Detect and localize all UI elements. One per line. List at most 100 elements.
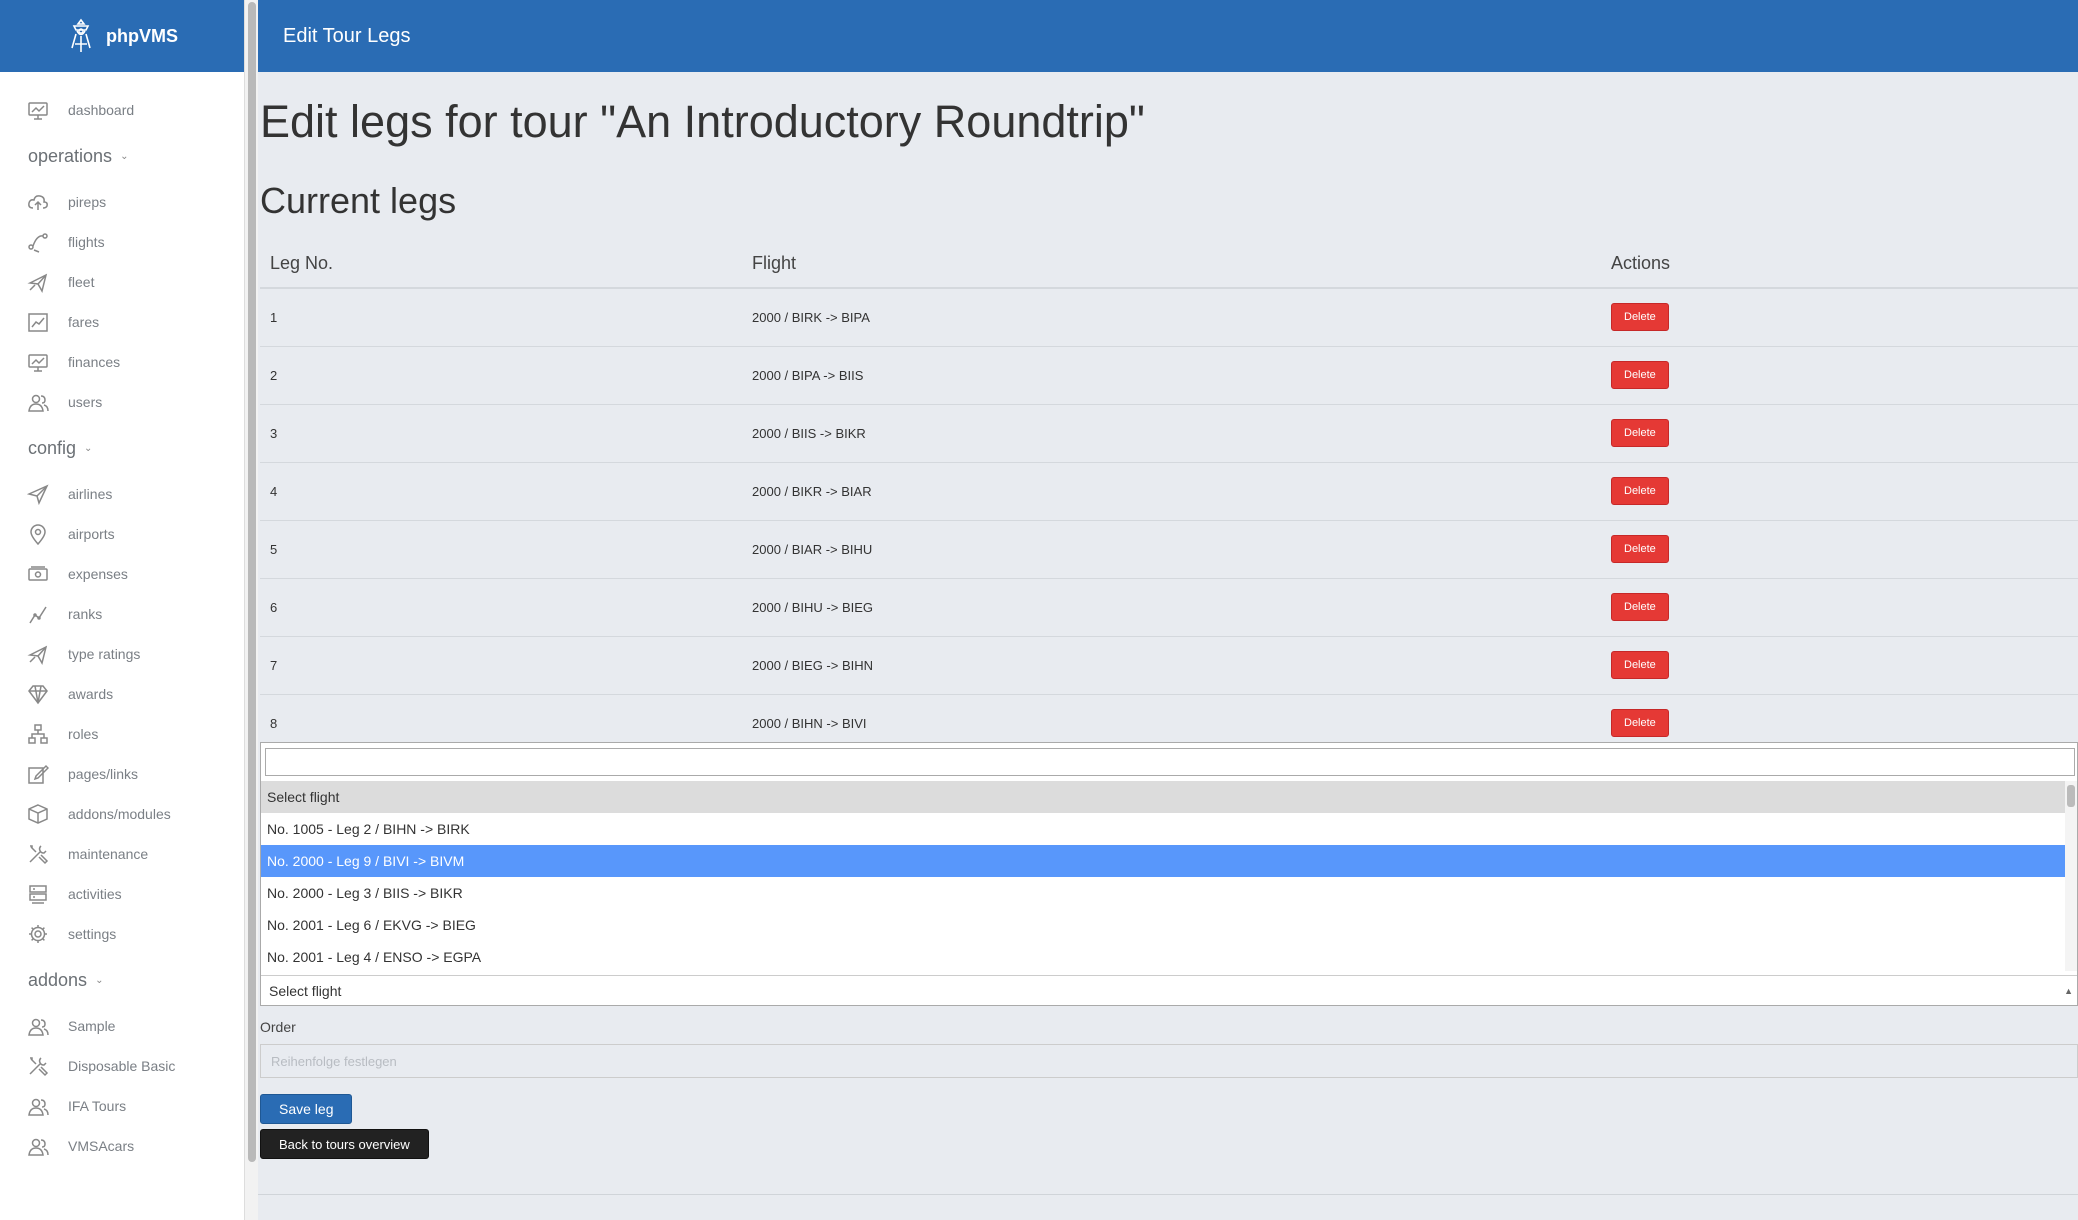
graph-icon (26, 602, 50, 626)
sidebar-item-label: activities (68, 886, 122, 902)
sidebar-item-label: addons/modules (68, 806, 171, 822)
leg-number: 5 (260, 520, 742, 579)
sidebar-item-ranks[interactable]: ranks (0, 594, 244, 634)
header-actions: Actions (1601, 240, 2078, 289)
flight-option-placeholder[interactable]: Select flight (261, 781, 2066, 813)
header-leg-no: Leg No. (260, 240, 742, 289)
sidebar-item-fleet[interactable]: fleet (0, 262, 244, 302)
nav-section-label: operations (28, 145, 113, 166)
table-row: 1 2000 / BIRK -> BIPA Delete (260, 288, 2078, 347)
tools-icon (26, 842, 50, 866)
nav-section-operations[interactable]: operations ⌄ (0, 130, 244, 182)
box-icon (26, 802, 50, 826)
sidebar-item-label: Disposable Basic (68, 1058, 176, 1074)
route-icon (26, 230, 50, 254)
flight-options-scrollbar-thumb[interactable] (2067, 785, 2075, 807)
sidebar-item-dashboard[interactable]: dashboard (0, 90, 244, 130)
flight-options-scrollbar[interactable] (2065, 781, 2077, 971)
flight-select-dropdown[interactable]: Select flight No. 1005 - Leg 2 / BIHN -> … (260, 742, 2078, 1006)
flight-option[interactable]: No. 2000 - Leg 9 / BIVI -> BIVM (261, 845, 2066, 877)
delete-leg-button[interactable]: Delete (1611, 419, 1669, 447)
sidebar-item-airports[interactable]: airports (0, 514, 244, 554)
money-icon (26, 562, 50, 586)
map-pin-icon (26, 522, 50, 546)
chevron-down-icon: ⌄ (95, 974, 104, 986)
delete-leg-button[interactable]: Delete (1611, 303, 1669, 332)
sidebar: phpVMS dashboard operations ⌄ pireps flights… (0, 0, 244, 1220)
sidebar-scrollbar[interactable] (244, 0, 258, 1220)
sidebar-item-label: settings (68, 926, 117, 942)
sidebar-item-type-ratings[interactable]: type ratings (0, 634, 244, 674)
delete-leg-button[interactable]: Delete (1611, 477, 1669, 505)
current-legs-title: Current legs (260, 180, 457, 221)
sidebar-item-label: fares (68, 314, 100, 330)
leg-flight: 2000 / BIPA -> BIIS (742, 346, 1601, 405)
sidebar-item-pireps[interactable]: pireps (0, 182, 244, 222)
nav-section-config[interactable]: config ⌄ (0, 422, 244, 474)
flight-option[interactable]: No. 1005 - Leg 2 / BIHN -> BIRK (261, 813, 2066, 845)
sidebar-item-awards[interactable]: awards (0, 674, 244, 714)
leg-flight: 2000 / BIKR -> BIAR (742, 462, 1601, 521)
sidebar-item-activities[interactable]: activities (0, 874, 244, 914)
sidebar-item-label: maintenance (68, 846, 149, 862)
order-input[interactable] (260, 1044, 2078, 1078)
sidebar-item-label: IFA Tours (68, 1098, 127, 1114)
flight-option[interactable]: No. 2001 - Leg 6 / EKVG -> BIEG (261, 909, 2066, 941)
topbar-title: Edit Tour Legs (283, 24, 411, 47)
brand[interactable]: phpVMS (0, 0, 244, 72)
users-icon (26, 1014, 50, 1038)
sidebar-nav: dashboard operations ⌄ pireps flights fleet fa… (0, 72, 244, 1166)
sidebar-item-label: pages/links (68, 766, 139, 782)
nav-section-label: addons (28, 969, 88, 990)
sidebar-item-finances[interactable]: finances (0, 342, 244, 382)
delete-leg-button[interactable]: Delete (1611, 361, 1669, 389)
sidebar-item-settings[interactable]: settings (0, 914, 244, 954)
nav-section-addons[interactable]: addons ⌄ (0, 954, 244, 1006)
sidebar-item-addons-modules[interactable]: addons/modules (0, 794, 244, 834)
flight-select-current[interactable]: Select flight ▲ (261, 975, 2077, 1005)
leg-number: 1 (260, 288, 742, 347)
sidebar-item-sample[interactable]: Sample (0, 1006, 244, 1046)
sidebar-item-pages-links[interactable]: pages/links (0, 754, 244, 794)
sidebar-item-roles[interactable]: roles (0, 714, 244, 754)
flight-option[interactable]: No. 2000 - Leg 3 / BIIS -> BIKR (261, 877, 2066, 909)
back-to-tours-button[interactable]: Back to tours overview (260, 1129, 429, 1159)
delete-leg-button[interactable]: Delete (1611, 651, 1669, 679)
sidebar-item-disposable-basic[interactable]: Disposable Basic (0, 1046, 244, 1086)
order-label: Order (260, 1019, 296, 1035)
delete-leg-button[interactable]: Delete (1611, 535, 1669, 563)
chart-icon (26, 310, 50, 334)
sidebar-item-label: users (68, 394, 103, 410)
sidebar-item-label: airlines (68, 486, 113, 502)
sidebar-item-label: Sample (68, 1018, 116, 1034)
sidebar-item-maintenance[interactable]: maintenance (0, 834, 244, 874)
presentation-icon (26, 350, 50, 374)
sidebar-item-airlines[interactable]: airlines (0, 474, 244, 514)
leg-number: 7 (260, 636, 742, 695)
cloud-upload-icon (26, 190, 50, 214)
leg-actions: Delete (1601, 346, 2078, 405)
topbar: Edit Tour Legs (258, 0, 2078, 72)
flight-option[interactable]: No. 2001 - Leg 4 / ENSO -> EGPA (261, 941, 2066, 971)
leg-flight: 2000 / BIAR -> BIHU (742, 520, 1601, 579)
caret-up-icon: ▲ (2064, 986, 2073, 996)
sidebar-item-flights[interactable]: flights (0, 222, 244, 262)
leg-actions: Delete (1601, 520, 2078, 579)
sidebar-item-label: expenses (68, 566, 128, 582)
delete-leg-button[interactable]: Delete (1611, 709, 1669, 737)
sidebar-scrollbar-thumb[interactable] (248, 2, 256, 1162)
sidebar-item-vmsacars[interactable]: VMSAcars (0, 1126, 244, 1166)
page-title: Edit legs for tour "An Introductory Roun… (260, 96, 1145, 147)
legs-table-header: Leg No. Flight Actions (260, 240, 2078, 289)
leg-actions: Delete (1601, 404, 2078, 463)
sidebar-item-users[interactable]: users (0, 382, 244, 422)
delete-leg-button[interactable]: Delete (1611, 593, 1669, 621)
sidebar-item-label: ranks (68, 606, 103, 622)
sidebar-item-fares[interactable]: fares (0, 302, 244, 342)
sidebar-item-expenses[interactable]: expenses (0, 554, 244, 594)
flight-search-input[interactable] (265, 748, 2075, 776)
sidebar-item-label: type ratings (68, 646, 141, 662)
sidebar-item-ifa-tours[interactable]: IFA Tours (0, 1086, 244, 1126)
divider (258, 1194, 2078, 1195)
save-leg-button[interactable]: Save leg (260, 1094, 353, 1124)
